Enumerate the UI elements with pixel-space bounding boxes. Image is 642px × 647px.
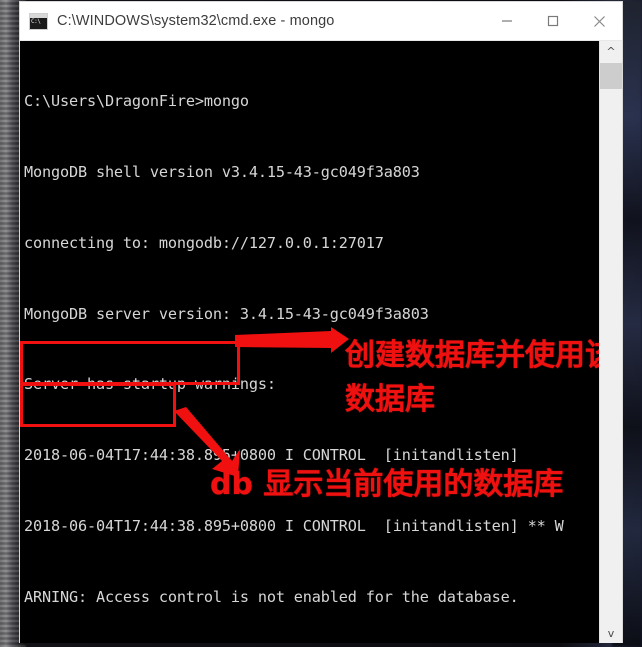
maximize-icon <box>547 15 559 27</box>
console-line: connecting to: mongodb://127.0.0.1:27017 <box>24 233 384 252</box>
scroll-down-arrow-icon[interactable]: v <box>600 623 622 643</box>
minimize-icon <box>502 20 512 22</box>
screenshot-root: C:\WINDOWS\system32\cmd.exe - mongo <box>0 0 642 647</box>
close-icon <box>593 15 605 27</box>
annotation-note-create-db: 创建数据库并使用该 数据库 <box>345 338 615 417</box>
console-output-area[interactable]: C:\Users\DragonFire>mongo MongoDB shell … <box>20 41 622 643</box>
console-line: MongoDB shell version v3.4.15-43-gc049f3… <box>24 162 420 181</box>
cmd-console-icon <box>29 12 48 30</box>
minimize-button[interactable] <box>484 2 530 40</box>
console-scrollbar[interactable]: ^ v <box>599 41 622 643</box>
console-line: C:\Users\DragonFire>mongo <box>24 92 249 111</box>
scroll-up-arrow-icon[interactable]: ^ <box>600 41 622 61</box>
console-line: MongoDB server version: 3.4.15-43-gc049f… <box>24 304 429 323</box>
console-line: 2018-06-04T17:44:38.895+0800 I CONTROL [… <box>24 516 564 535</box>
scrollbar-thumb[interactable] <box>600 63 622 89</box>
maximize-button[interactable] <box>530 2 576 40</box>
window-controls <box>484 2 622 40</box>
close-button[interactable] <box>576 2 622 40</box>
console-line: ARNING: Access control is not enabled fo… <box>24 587 519 606</box>
annotation-note-show-db: db 显示当前使用的数据库 <box>210 467 564 502</box>
cmd-window: C:\WINDOWS\system32\cmd.exe - mongo <box>20 2 622 643</box>
window-titlebar[interactable]: C:\WINDOWS\system32\cmd.exe - mongo <box>20 2 622 41</box>
window-title: C:\WINDOWS\system32\cmd.exe - mongo <box>57 13 335 29</box>
